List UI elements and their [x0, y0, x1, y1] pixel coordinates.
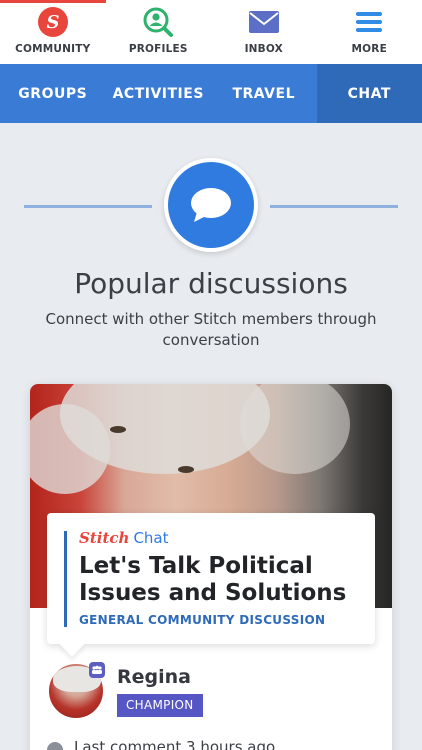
svg-text:S: S [46, 12, 59, 33]
search-profile-icon [142, 6, 174, 38]
hero-badge [164, 158, 258, 252]
nav-travel[interactable]: TRAVEL [211, 64, 317, 123]
tab-more[interactable]: MORE [317, 0, 422, 64]
caption-accent-bar [64, 531, 67, 627]
brand-label: Stitch Chat [79, 529, 169, 547]
tab-profiles[interactable]: PROFILES [106, 0, 212, 64]
tab-profiles-label: PROFILES [128, 43, 188, 55]
top-tab-bar: S COMMUNITY PROFILES INBOX MORE [0, 0, 422, 64]
chat-bubble-icon [191, 188, 231, 222]
nav-activities[interactable]: ACTIVITIES [106, 64, 212, 123]
stitch-logo-icon: S [37, 6, 69, 38]
page-title: Popular discussions [74, 267, 348, 300]
discussion-caption[interactable]: Stitch Chat Let's Talk Political Issues a… [47, 513, 375, 644]
tab-inbox[interactable]: INBOX [211, 0, 317, 64]
nav-chat[interactable]: CHAT [316, 64, 422, 123]
brand-chat: Chat [133, 529, 169, 547]
hero-divider-right [270, 205, 398, 208]
mail-icon [248, 6, 280, 38]
menu-icon [353, 6, 385, 38]
group-badge-icon [89, 662, 105, 678]
nav-groups[interactable]: GROUPS [0, 64, 106, 123]
tab-community-label: COMMUNITY [15, 43, 91, 55]
tab-more-label: MORE [351, 43, 387, 55]
last-comment-text: Last comment 3 hours ago [74, 738, 276, 750]
hero-divider-left [24, 205, 152, 208]
discussion-title[interactable]: Let's Talk Political Issues and Solution… [79, 553, 369, 607]
tab-inbox-label: INBOX [244, 43, 283, 55]
brand-stitch: Stitch [79, 529, 130, 547]
section-nav: GROUPS ACTIVITIES TRAVEL CHAT [0, 64, 422, 123]
discussion-category: GENERAL COMMUNITY DISCUSSION [79, 613, 326, 627]
page-subtitle: Connect with other Stitch members throug… [45, 310, 377, 349]
author-name[interactable]: Regina [117, 666, 191, 688]
tab-community[interactable]: S COMMUNITY [0, 0, 106, 64]
rank-badge: CHAMPION [117, 694, 203, 717]
